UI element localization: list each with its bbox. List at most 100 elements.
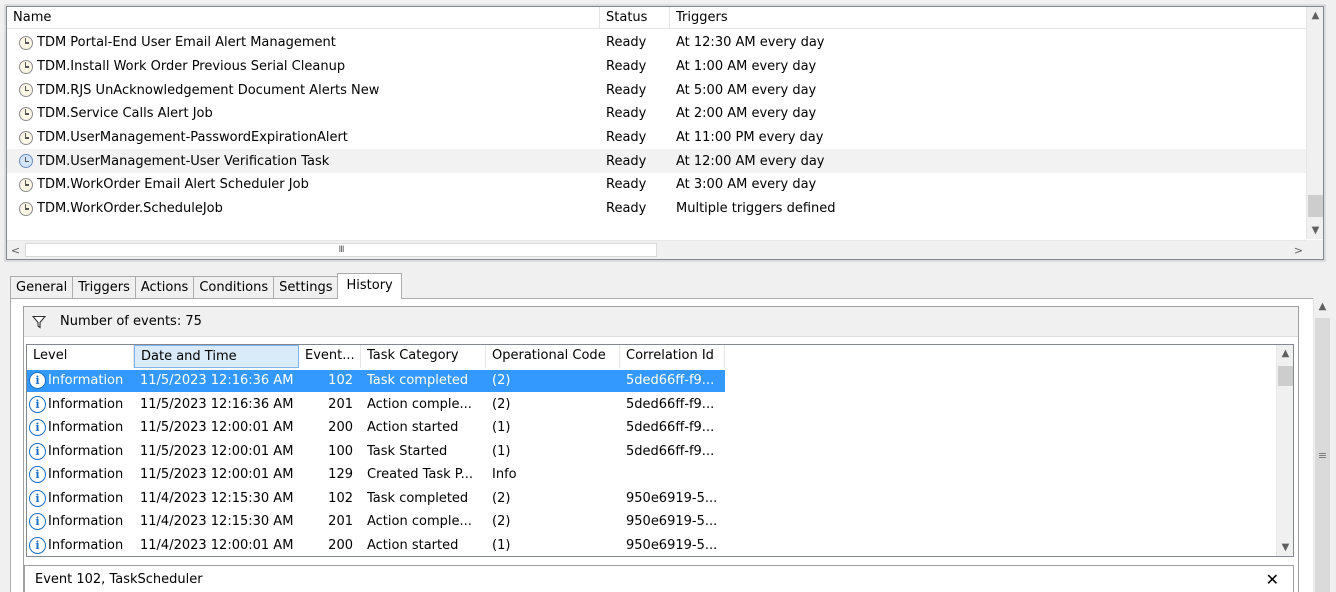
task-row[interactable]: TDM.WorkOrder.ScheduleJob Ready Multiple t… (7, 197, 1307, 221)
event-correlation-id: 950e6919-5... (626, 514, 718, 530)
event-row[interactable]: i Information 11/5/2023 12:00:01 AM 100 Task… (27, 440, 1277, 464)
task-clock-icon (19, 35, 33, 50)
event-operational-code: (1) (492, 537, 511, 553)
tab-conditions[interactable]: Conditions (193, 276, 275, 299)
event-date-time: 11/5/2023 12:00:01 AM (140, 467, 294, 483)
task-list[interactable]: Name Status Triggers TDM Portal-End User… (4, 4, 1326, 262)
task-name: TDM.WorkOrder Email Alert Scheduler Job (37, 177, 309, 193)
scroll-down-arrow-icon[interactable]: ▼ (1307, 222, 1324, 239)
event-row[interactable]: i Information 11/5/2023 12:00:01 AM 129 Crea… (27, 463, 1277, 487)
event-row[interactable]: i Information 11/5/2023 12:00:01 AM 200 Acti… (27, 416, 1277, 440)
task-triggers: At 11:00 PM every day (676, 130, 824, 146)
scroll-corner (1306, 240, 1323, 259)
scroll-thumb[interactable]: ≡ (1315, 318, 1330, 592)
task-row[interactable]: TDM Portal-End User Email Alert Manageme… (7, 31, 1307, 55)
scroll-left-arrow-icon[interactable]: < (7, 241, 24, 259)
event-date-time: 11/5/2023 12:16:36 AM (140, 373, 294, 389)
task-triggers: At 12:30 AM every day (676, 35, 825, 51)
task-name-cell: TDM.WorkOrder Email Alert Scheduler Job (7, 177, 600, 192)
event-rows: i Information 11/5/2023 12:16:36 AM 102 Task… (27, 369, 1277, 557)
task-row[interactable]: TDM.Install Work Order Previous Serial C… (7, 55, 1307, 79)
event-detail-header: Event 102, TaskScheduler ✕ (24, 565, 1294, 592)
event-operational-code: (2) (492, 490, 511, 506)
task-clock-icon (19, 59, 33, 74)
events-vertical-scrollbar[interactable]: ▲ ▼ (1276, 345, 1293, 556)
event-operational-code: Info (492, 467, 517, 483)
event-row[interactable]: i Information 11/4/2023 12:15:30 AM 102 Task… (27, 487, 1277, 511)
task-row[interactable]: TDM.Service Calls Alert Job Ready At 2:00 … (7, 102, 1307, 126)
scroll-right-arrow-icon[interactable]: > (1290, 241, 1307, 259)
event-id: 201 (328, 396, 353, 412)
task-name: TDM.WorkOrder.ScheduleJob (37, 201, 223, 217)
event-level: Information (48, 537, 124, 553)
event-id: 200 (328, 537, 353, 553)
task-name: TDM.Install Work Order Previous Serial C… (37, 59, 346, 75)
task-clock-icon (19, 130, 33, 145)
tab-actions[interactable]: Actions (134, 276, 195, 299)
column-header-correlation-id[interactable]: Correlation Id (620, 345, 725, 368)
task-triggers: At 3:00 AM every day (676, 177, 817, 193)
task-status: Ready (606, 153, 647, 169)
scroll-up-arrow-icon[interactable]: ▲ (1277, 345, 1293, 362)
task-row[interactable]: TDM.UserManagement-PasswordExpirationAle… (7, 126, 1307, 150)
event-row[interactable]: i Information 11/4/2023 12:00:01 AM 200 Acti… (27, 534, 1277, 557)
event-row[interactable]: i Information 11/5/2023 12:16:36 AM 102 Task… (27, 369, 1277, 393)
task-name: TDM Portal-End User Email Alert Manageme… (37, 35, 336, 51)
event-operational-code: (2) (492, 396, 511, 412)
task-row[interactable]: TDM.WorkOrder Email Alert Scheduler Job R… (7, 173, 1307, 197)
task-name: TDM.UserManagement-PasswordExpirationAle… (37, 130, 348, 146)
event-correlation-id: 950e6919-5... (626, 490, 718, 506)
task-name-cell: TDM.Service Calls Alert Job (7, 106, 600, 121)
scroll-thumb[interactable] (1308, 195, 1323, 217)
task-clock-icon (19, 177, 33, 192)
column-header-name[interactable]: Name (7, 7, 600, 29)
info-icon: i (29, 489, 46, 507)
events-list[interactable]: Level Date and Time Event... Task Catego… (26, 344, 1294, 557)
event-date-time: 11/4/2023 12:15:30 AM (140, 514, 294, 530)
event-row[interactable]: i Information 11/5/2023 12:16:36 AM 201 Acti… (27, 393, 1277, 417)
column-header-event-id[interactable]: Event... (299, 345, 361, 368)
tab-history[interactable]: History (337, 273, 402, 299)
scroll-down-arrow-icon[interactable]: ▼ (1277, 539, 1293, 556)
event-row[interactable]: i Information 11/4/2023 12:15:30 AM 201 Acti… (27, 510, 1277, 534)
column-header-level[interactable]: Level (27, 345, 134, 368)
tab-triggers[interactable]: Triggers (72, 276, 136, 299)
events-header: Level Date and Time Event... Task Catego… (27, 345, 1277, 368)
task-triggers: Multiple triggers defined (676, 201, 836, 217)
event-task-category: Action comple... (367, 514, 472, 530)
task-row[interactable]: TDM.RJS UnAcknowledgement Document Alert… (7, 78, 1307, 102)
tab-general[interactable]: General (10, 276, 74, 299)
event-correlation-id: 950e6919-5... (626, 537, 718, 553)
event-level: Information (48, 443, 124, 459)
task-rows: TDM Portal-End User Email Alert Manageme… (7, 31, 1307, 221)
column-header-operational-code[interactable]: Operational Code (486, 345, 620, 368)
scroll-up-arrow-icon[interactable]: ▲ (1307, 7, 1324, 24)
event-operational-code: (1) (492, 443, 511, 459)
task-name-cell: TDM.UserManagement-PasswordExpirationAle… (7, 130, 600, 145)
tab-settings[interactable]: Settings (273, 276, 339, 299)
task-row[interactable]: TDM.UserManagement-User Verification Tas… (7, 149, 1307, 174)
column-header-status[interactable]: Status (600, 7, 670, 29)
task-list-horizontal-scrollbar[interactable]: < III > (7, 240, 1307, 259)
close-icon[interactable]: ✕ (1266, 570, 1279, 589)
event-level-cell: i Information (27, 536, 134, 554)
history-panel-scrollbar[interactable]: ▲ ≡ (1313, 298, 1330, 592)
task-name: TDM.Service Calls Alert Job (37, 106, 213, 122)
history-panel: Number of events: 75 Level Date and Time… (23, 306, 1299, 592)
scroll-up-arrow-icon[interactable]: ▲ (1314, 298, 1331, 315)
scroll-thumb[interactable] (1278, 366, 1293, 386)
info-icon: i (29, 442, 46, 460)
filter-funnel-icon[interactable] (32, 315, 46, 329)
detail-tabs: General Triggers Actions Conditions Settings… (10, 273, 402, 299)
horizontal-scroll-thumb[interactable]: III (25, 243, 657, 257)
column-header-date-time[interactable]: Date and Time (134, 345, 299, 368)
event-id: 200 (328, 420, 353, 436)
column-header-task-category[interactable]: Task Category (361, 345, 486, 368)
task-list-vertical-scrollbar[interactable]: ▲ ▼ (1306, 7, 1323, 239)
task-name: TDM.UserManagement-User Verification Tas… (37, 153, 330, 169)
info-icon: i (29, 536, 46, 554)
column-header-triggers[interactable]: Triggers (670, 7, 1307, 29)
task-status: Ready (606, 130, 647, 146)
task-triggers: At 2:00 AM every day (676, 106, 817, 122)
event-date-time: 11/4/2023 12:15:30 AM (140, 490, 294, 506)
